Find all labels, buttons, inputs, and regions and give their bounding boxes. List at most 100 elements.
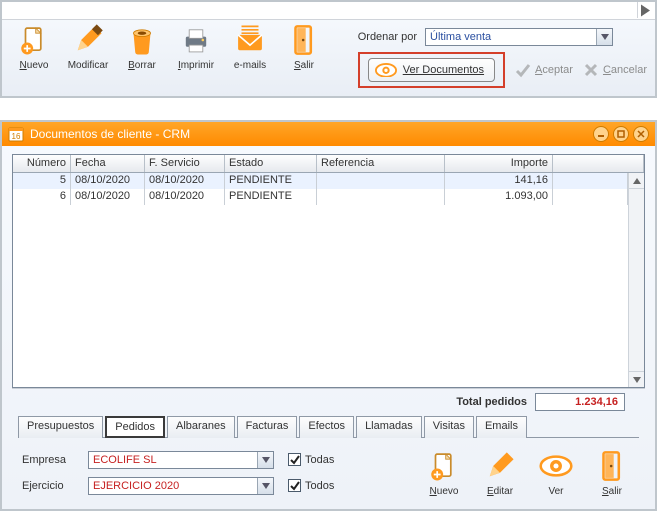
editar-action-label: Editar bbox=[487, 486, 513, 497]
grid-header-row: Número Fecha F. Servicio Estado Referenc… bbox=[13, 155, 644, 173]
ejercicio-select[interactable]: EJERCICIO 2020 bbox=[88, 477, 274, 495]
ver-documentos-label: Ver Documentos bbox=[403, 64, 484, 76]
trash-icon bbox=[124, 22, 160, 58]
table-cell: PENDIENTE bbox=[225, 189, 317, 205]
tab-visitas[interactable]: Visitas bbox=[424, 416, 474, 438]
tab-efectos[interactable]: Efectos bbox=[299, 416, 354, 438]
emails-button[interactable]: e-mails bbox=[226, 22, 274, 71]
minimize-button[interactable] bbox=[593, 126, 609, 142]
eye-icon bbox=[538, 448, 574, 484]
table-row[interactable]: 508/10/202008/10/2020PENDIENTE141,16 bbox=[13, 173, 628, 189]
nuevo-action-label: Nuevo bbox=[430, 486, 459, 497]
ver-action-label: Ver bbox=[548, 486, 563, 497]
col-referencia[interactable]: Referencia bbox=[317, 155, 445, 172]
cancelar-label: Cancelar bbox=[603, 64, 647, 76]
ver-action-button[interactable]: Ver bbox=[533, 448, 579, 497]
crm-window: 16 Documentos de cliente - CRM Número Fe… bbox=[0, 120, 657, 511]
table-cell bbox=[317, 173, 445, 189]
borrar-label: Borrar bbox=[128, 60, 156, 71]
nuevo-button[interactable]: Nuevo bbox=[10, 22, 58, 71]
col-estado[interactable]: Estado bbox=[225, 155, 317, 172]
ordenar-por-value: Última venta bbox=[430, 31, 491, 43]
modificar-button[interactable]: Modificar bbox=[64, 22, 112, 71]
ejercicio-todos-checkbox[interactable] bbox=[288, 479, 301, 492]
col-fecha[interactable]: Fecha bbox=[71, 155, 145, 172]
tab-pedidos[interactable]: Pedidos bbox=[105, 416, 165, 438]
table-cell: 08/10/2020 bbox=[71, 189, 145, 205]
ejercicio-label: Ejercicio bbox=[22, 480, 80, 492]
table-cell: 08/10/2020 bbox=[145, 173, 225, 189]
pencil-icon bbox=[482, 448, 518, 484]
ordenar-por-select[interactable]: Última venta bbox=[425, 28, 613, 46]
new-document-icon bbox=[426, 448, 462, 484]
ejercicio-value: EJERCICIO 2020 bbox=[93, 480, 179, 492]
total-pedidos-label: Total pedidos bbox=[456, 396, 527, 408]
salir-action-button[interactable]: Salir bbox=[589, 448, 635, 497]
maximize-button[interactable] bbox=[613, 126, 629, 142]
ejercicio-todos-label: Todos bbox=[305, 480, 334, 492]
crm-title-text: Documentos de cliente - CRM bbox=[30, 127, 587, 141]
nuevo-label: Nuevo bbox=[20, 60, 49, 71]
tab-presupuestos[interactable]: Presupuestos bbox=[18, 416, 103, 438]
pencil-icon bbox=[70, 22, 106, 58]
total-pedidos-value: 1.234,16 bbox=[535, 393, 625, 411]
editar-action-button[interactable]: Editar bbox=[477, 448, 523, 497]
imprimir-label: Imprimir bbox=[178, 60, 214, 71]
table-cell: 08/10/2020 bbox=[71, 173, 145, 189]
table-cell: 1.093,00 bbox=[445, 189, 553, 205]
salir-button[interactable]: Salir bbox=[280, 22, 328, 71]
tab-facturas[interactable]: Facturas bbox=[237, 416, 298, 438]
printer-icon bbox=[178, 22, 214, 58]
emails-label: e-mails bbox=[234, 60, 266, 71]
calendar-icon: 16 bbox=[8, 126, 24, 142]
scroll-down-icon[interactable] bbox=[629, 371, 644, 387]
top-toolbar-panel: Nuevo Modificar Borrar Imp bbox=[0, 0, 657, 98]
empresa-label: Empresa bbox=[22, 454, 80, 466]
check-icon bbox=[515, 62, 531, 78]
nuevo-action-button[interactable]: Nuevo bbox=[421, 448, 467, 497]
grid-vertical-scrollbar[interactable] bbox=[628, 173, 644, 387]
borrar-button[interactable]: Borrar bbox=[118, 22, 166, 71]
col-importe[interactable]: Importe bbox=[445, 155, 553, 172]
upper-scroll-strip bbox=[2, 2, 655, 20]
col-fservicio[interactable]: F. Servicio bbox=[145, 155, 225, 172]
empresa-select[interactable]: ECOLIFE SL bbox=[88, 451, 274, 469]
scroll-right-icon[interactable] bbox=[637, 2, 653, 18]
table-cell: PENDIENTE bbox=[225, 173, 317, 189]
email-icon bbox=[232, 22, 268, 58]
chevron-down-icon bbox=[257, 478, 273, 494]
crm-titlebar: 16 Documentos de cliente - CRM bbox=[2, 122, 655, 146]
tab-llamadas[interactable]: Llamadas bbox=[356, 416, 422, 438]
table-cell bbox=[553, 189, 628, 205]
aceptar-button[interactable]: Aceptar bbox=[515, 62, 573, 78]
tab-emails[interactable]: Emails bbox=[476, 416, 527, 438]
ver-documentos-button[interactable]: Ver Documentos bbox=[368, 58, 495, 82]
salir-action-label: Salir bbox=[602, 486, 622, 497]
scroll-up-icon[interactable] bbox=[629, 173, 644, 189]
table-cell: 6 bbox=[13, 189, 71, 205]
table-cell: 5 bbox=[13, 173, 71, 189]
modificar-label: Modificar bbox=[68, 60, 109, 71]
eye-icon bbox=[375, 62, 397, 78]
col-numero[interactable]: Número bbox=[13, 155, 71, 172]
exit-door-icon bbox=[286, 22, 322, 58]
aceptar-label: Aceptar bbox=[535, 64, 573, 76]
new-document-icon bbox=[16, 22, 52, 58]
close-button[interactable] bbox=[633, 126, 649, 142]
empresa-todas-checkbox[interactable] bbox=[288, 453, 301, 466]
tab-albaranes[interactable]: Albaranes bbox=[167, 416, 235, 438]
col-spacer bbox=[553, 155, 644, 172]
documents-grid[interactable]: Número Fecha F. Servicio Estado Referenc… bbox=[12, 154, 645, 388]
table-cell bbox=[553, 173, 628, 189]
cancelar-button[interactable]: Cancelar bbox=[583, 62, 647, 78]
table-row[interactable]: 608/10/202008/10/2020PENDIENTE1.093,00 bbox=[13, 189, 628, 205]
close-icon bbox=[583, 62, 599, 78]
table-cell: 08/10/2020 bbox=[145, 189, 225, 205]
tabs-bar: Presupuestos Pedidos Albaranes Facturas … bbox=[12, 415, 645, 437]
empresa-todas-label: Todas bbox=[305, 454, 334, 466]
table-cell bbox=[317, 189, 445, 205]
table-cell: 141,16 bbox=[445, 173, 553, 189]
empresa-value: ECOLIFE SL bbox=[93, 454, 157, 466]
imprimir-button[interactable]: Imprimir bbox=[172, 22, 220, 71]
salir-label: Salir bbox=[294, 60, 314, 71]
